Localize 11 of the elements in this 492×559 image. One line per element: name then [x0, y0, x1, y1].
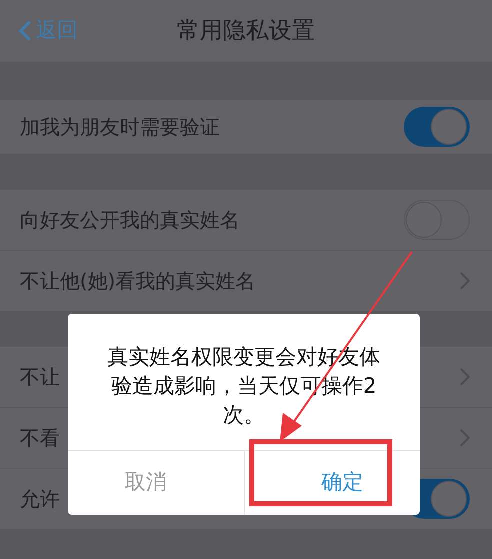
setting-label: 不让	[20, 364, 60, 391]
toggle-switch[interactable]	[404, 107, 470, 147]
page-title: 常用隐私设置	[177, 16, 315, 46]
back-icon[interactable]	[18, 20, 32, 42]
setting-label: 不看	[20, 425, 60, 452]
setting-label: 不让他(她)看我的真实姓名	[20, 268, 256, 295]
setting-label: 向好友公开我的真实姓名	[20, 207, 240, 234]
setting-label: 加我为朋友时需要验证	[20, 114, 220, 141]
setting-label: 允许	[20, 486, 60, 513]
confirm-button[interactable]: 确定	[244, 451, 420, 515]
cancel-button[interactable]: 取消	[68, 451, 244, 515]
